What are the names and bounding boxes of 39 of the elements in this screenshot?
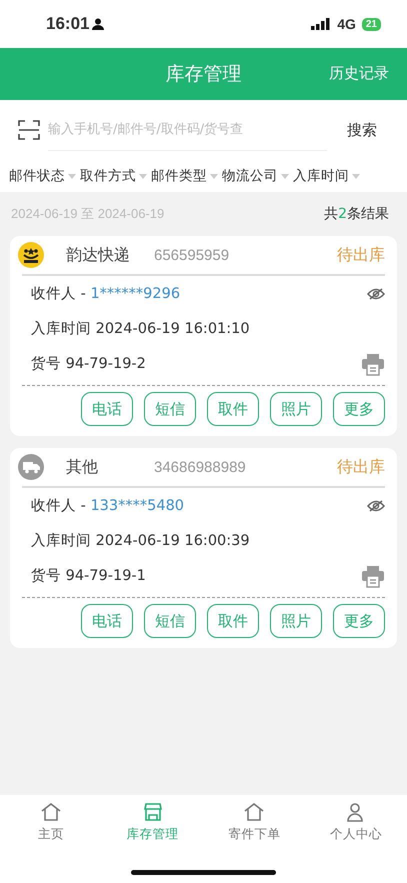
recipient-text: 收件人 - 1******9296 xyxy=(31,285,180,303)
action-button[interactable]: 照片 xyxy=(270,604,322,638)
action-button[interactable]: 更多 xyxy=(333,604,385,638)
action-button[interactable]: 电话 xyxy=(81,392,133,426)
tracking-number: 34686988989 xyxy=(154,458,247,476)
shelf-code: 货号 94-79-19-2 xyxy=(31,355,146,373)
recipient-text: 收件人 - 133****5480 xyxy=(31,497,184,515)
action-button[interactable]: 更多 xyxy=(333,392,385,426)
storage-time: 入库时间 2024-06-19 16:01:10 xyxy=(31,320,250,338)
action-button[interactable]: 取件 xyxy=(207,392,259,426)
action-button[interactable]: 电话 xyxy=(81,604,133,638)
search-button[interactable]: 搜索 xyxy=(335,120,389,140)
tracking-number: 656595959 xyxy=(154,246,230,264)
search-field[interactable]: 输入手机号/邮件号/取件码/货号查 xyxy=(48,122,293,137)
action-button[interactable]: 短信 xyxy=(144,392,196,426)
battery-level: 21 xyxy=(362,18,381,30)
filter-dropdown[interactable]: 邮件状态 xyxy=(9,167,76,185)
action-button[interactable]: 照片 xyxy=(270,392,322,426)
filter-dropdown[interactable]: 邮件类型 xyxy=(151,167,218,185)
filter-dropdown[interactable]: 入库时间 xyxy=(293,167,360,185)
action-button[interactable]: 短信 xyxy=(144,604,196,638)
tab-bar-item[interactable]: 库存管理 xyxy=(102,801,204,843)
filter-dropdown[interactable]: 物流公司 xyxy=(222,167,289,185)
storage-time: 入库时间 2024-06-19 16:00:39 xyxy=(31,532,250,550)
tab-bar-item[interactable]: 主页 xyxy=(0,801,102,843)
page-title: 库存管理 xyxy=(166,62,242,87)
parcel-status: 待出库 xyxy=(337,456,385,478)
filter-dropdown[interactable]: 取件方式 xyxy=(80,167,147,185)
action-button[interactable]: 取件 xyxy=(207,604,259,638)
history-link[interactable]: 历史记录 xyxy=(329,64,389,83)
network-label: 4G xyxy=(337,16,356,32)
tab-bar-item[interactable]: 个人中心 xyxy=(305,801,407,843)
tab-bar-item[interactable]: 寄件下单 xyxy=(204,801,306,843)
shelf-code: 货号 94-79-19-1 xyxy=(31,567,146,585)
courier-name: 韵达快递 xyxy=(66,244,131,266)
result-count: 共2条结果 xyxy=(324,205,389,223)
clock-time: 16:01 xyxy=(46,14,90,34)
courier-name: 其他 xyxy=(66,456,99,478)
parcel-status: 待出库 xyxy=(337,244,385,266)
